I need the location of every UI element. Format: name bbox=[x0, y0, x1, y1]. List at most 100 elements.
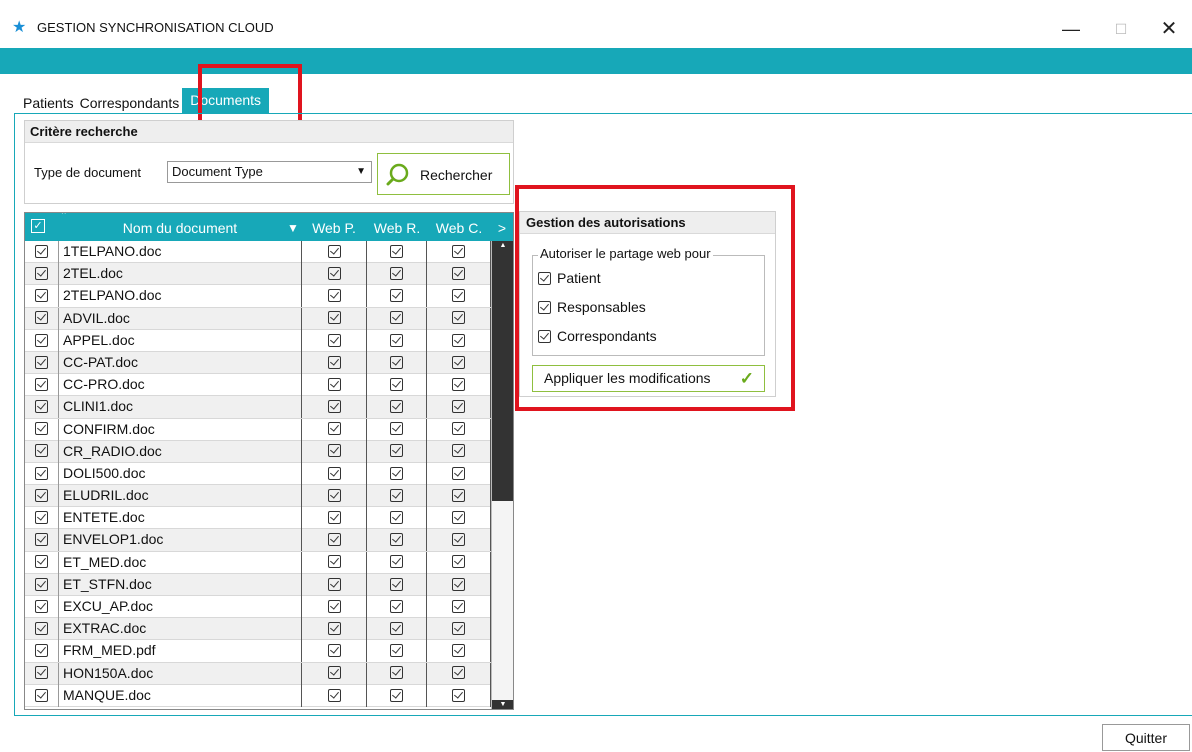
document-type-select[interactable]: Document Type ▼ bbox=[167, 161, 372, 183]
web-p-checkbox[interactable] bbox=[301, 684, 367, 707]
row-select-checkbox[interactable] bbox=[25, 529, 59, 552]
column-web-r[interactable]: Web R. bbox=[367, 213, 427, 241]
web-r-checkbox[interactable] bbox=[367, 440, 427, 463]
table-row[interactable]: CC-PRO.doc bbox=[25, 374, 491, 397]
row-select-checkbox[interactable] bbox=[25, 618, 59, 641]
web-r-checkbox[interactable] bbox=[367, 551, 427, 574]
table-row[interactable]: FRM_MED.pdf bbox=[25, 640, 491, 663]
search-button[interactable]: Rechercher bbox=[377, 153, 510, 195]
table-row[interactable]: ET_STFN.doc bbox=[25, 573, 491, 596]
web-p-checkbox[interactable] bbox=[301, 462, 367, 485]
web-r-checkbox[interactable] bbox=[367, 462, 427, 485]
option-responsables[interactable]: Responsables bbox=[538, 299, 646, 315]
web-p-checkbox[interactable] bbox=[301, 263, 367, 286]
row-select-checkbox[interactable] bbox=[25, 351, 59, 374]
table-row[interactable]: CR_RADIO.doc bbox=[25, 440, 491, 463]
web-p-checkbox[interactable] bbox=[301, 529, 367, 552]
web-c-checkbox[interactable] bbox=[427, 351, 491, 374]
minimize-button[interactable]: — bbox=[1048, 14, 1094, 44]
row-select-checkbox[interactable] bbox=[25, 485, 59, 508]
web-r-checkbox[interactable] bbox=[367, 351, 427, 374]
option-correspondants[interactable]: Correspondants bbox=[538, 328, 657, 344]
tab-patients[interactable]: Patients bbox=[20, 92, 77, 114]
table-row[interactable]: APPEL.doc bbox=[25, 329, 491, 352]
table-row[interactable]: MANQUE.doc bbox=[25, 684, 491, 707]
table-row[interactable]: ADVIL.doc bbox=[25, 307, 491, 330]
web-r-checkbox[interactable] bbox=[367, 396, 427, 419]
scroll-up-arrow-icon[interactable]: ▲ bbox=[492, 241, 513, 251]
web-p-checkbox[interactable] bbox=[301, 396, 367, 419]
web-r-checkbox[interactable] bbox=[367, 241, 427, 263]
web-p-checkbox[interactable] bbox=[301, 662, 367, 685]
table-row[interactable]: HON150A.doc bbox=[25, 662, 491, 685]
web-r-checkbox[interactable] bbox=[367, 640, 427, 663]
web-p-checkbox[interactable] bbox=[301, 285, 367, 308]
column-web-p[interactable]: Web P. bbox=[301, 213, 367, 241]
table-row[interactable]: CC-PAT.doc bbox=[25, 351, 491, 375]
web-c-checkbox[interactable] bbox=[427, 418, 491, 441]
web-c-checkbox[interactable] bbox=[427, 618, 491, 641]
web-c-checkbox[interactable] bbox=[427, 507, 491, 530]
table-row[interactable]: 2TEL.doc bbox=[25, 263, 491, 286]
web-c-checkbox[interactable] bbox=[427, 307, 491, 330]
table-row[interactable]: ENTETE.doc bbox=[25, 507, 491, 530]
web-c-checkbox[interactable] bbox=[427, 640, 491, 663]
web-r-checkbox[interactable] bbox=[367, 485, 427, 508]
filter-icon[interactable]: ▼ bbox=[287, 221, 299, 235]
scroll-thumb[interactable] bbox=[492, 251, 513, 501]
row-select-checkbox[interactable] bbox=[25, 241, 59, 263]
web-r-checkbox[interactable] bbox=[367, 573, 427, 596]
web-p-checkbox[interactable] bbox=[301, 329, 367, 352]
table-row[interactable]: 1TELPANO.doc bbox=[25, 241, 491, 264]
web-c-checkbox[interactable] bbox=[427, 374, 491, 397]
web-c-checkbox[interactable] bbox=[427, 529, 491, 552]
web-p-checkbox[interactable] bbox=[301, 618, 367, 641]
scroll-down-arrow-icon[interactable]: ▼ bbox=[492, 700, 513, 709]
row-select-checkbox[interactable] bbox=[25, 462, 59, 485]
chevron-right-icon[interactable]: > bbox=[491, 213, 513, 241]
quit-button[interactable]: Quitter bbox=[1102, 724, 1190, 751]
table-row[interactable]: EXTRAC.doc bbox=[25, 618, 491, 641]
correspondants-checkbox[interactable] bbox=[538, 329, 551, 343]
web-c-checkbox[interactable] bbox=[427, 329, 491, 352]
row-select-checkbox[interactable] bbox=[25, 573, 59, 596]
web-p-checkbox[interactable] bbox=[301, 596, 367, 618]
table-row[interactable]: 2TELPANO.doc bbox=[25, 285, 491, 308]
table-row[interactable]: CLINI1.doc bbox=[25, 396, 491, 419]
row-select-checkbox[interactable] bbox=[25, 263, 59, 286]
web-c-checkbox[interactable] bbox=[427, 462, 491, 485]
row-select-checkbox[interactable] bbox=[25, 507, 59, 530]
web-c-checkbox[interactable] bbox=[427, 285, 491, 308]
table-row[interactable]: EXCU_AP.doc bbox=[25, 596, 491, 619]
web-p-checkbox[interactable] bbox=[301, 551, 367, 574]
web-p-checkbox[interactable] bbox=[301, 418, 367, 441]
table-row[interactable]: CONFIRM.doc bbox=[25, 418, 491, 441]
table-row[interactable]: ENVELOP1.doc bbox=[25, 529, 491, 552]
table-row[interactable]: ET_MED.doc bbox=[25, 551, 491, 574]
apply-changes-button[interactable]: Appliquer les modifications ✓ bbox=[532, 365, 765, 392]
responsables-checkbox[interactable] bbox=[538, 300, 551, 314]
web-r-checkbox[interactable] bbox=[367, 507, 427, 530]
web-c-checkbox[interactable] bbox=[427, 662, 491, 685]
maximize-button[interactable]: ☐ bbox=[1098, 14, 1144, 44]
web-p-checkbox[interactable] bbox=[301, 640, 367, 663]
row-select-checkbox[interactable] bbox=[25, 329, 59, 352]
web-r-checkbox[interactable] bbox=[367, 662, 427, 685]
web-p-checkbox[interactable] bbox=[301, 573, 367, 596]
row-select-checkbox[interactable] bbox=[25, 396, 59, 419]
table-row[interactable]: ELUDRIL.doc bbox=[25, 485, 491, 508]
web-c-checkbox[interactable] bbox=[427, 241, 491, 263]
row-select-checkbox[interactable] bbox=[25, 662, 59, 685]
web-c-checkbox[interactable] bbox=[427, 684, 491, 707]
web-p-checkbox[interactable] bbox=[301, 507, 367, 530]
web-c-checkbox[interactable] bbox=[427, 263, 491, 286]
tab-correspondants[interactable]: Correspondants bbox=[77, 92, 183, 114]
row-select-checkbox[interactable] bbox=[25, 285, 59, 308]
web-r-checkbox[interactable] bbox=[367, 374, 427, 397]
patient-checkbox[interactable] bbox=[538, 271, 551, 285]
web-r-checkbox[interactable] bbox=[367, 329, 427, 352]
web-c-checkbox[interactable] bbox=[427, 396, 491, 419]
table-row[interactable]: DOLI500.doc bbox=[25, 462, 491, 486]
web-p-checkbox[interactable] bbox=[301, 241, 367, 263]
web-r-checkbox[interactable] bbox=[367, 529, 427, 552]
